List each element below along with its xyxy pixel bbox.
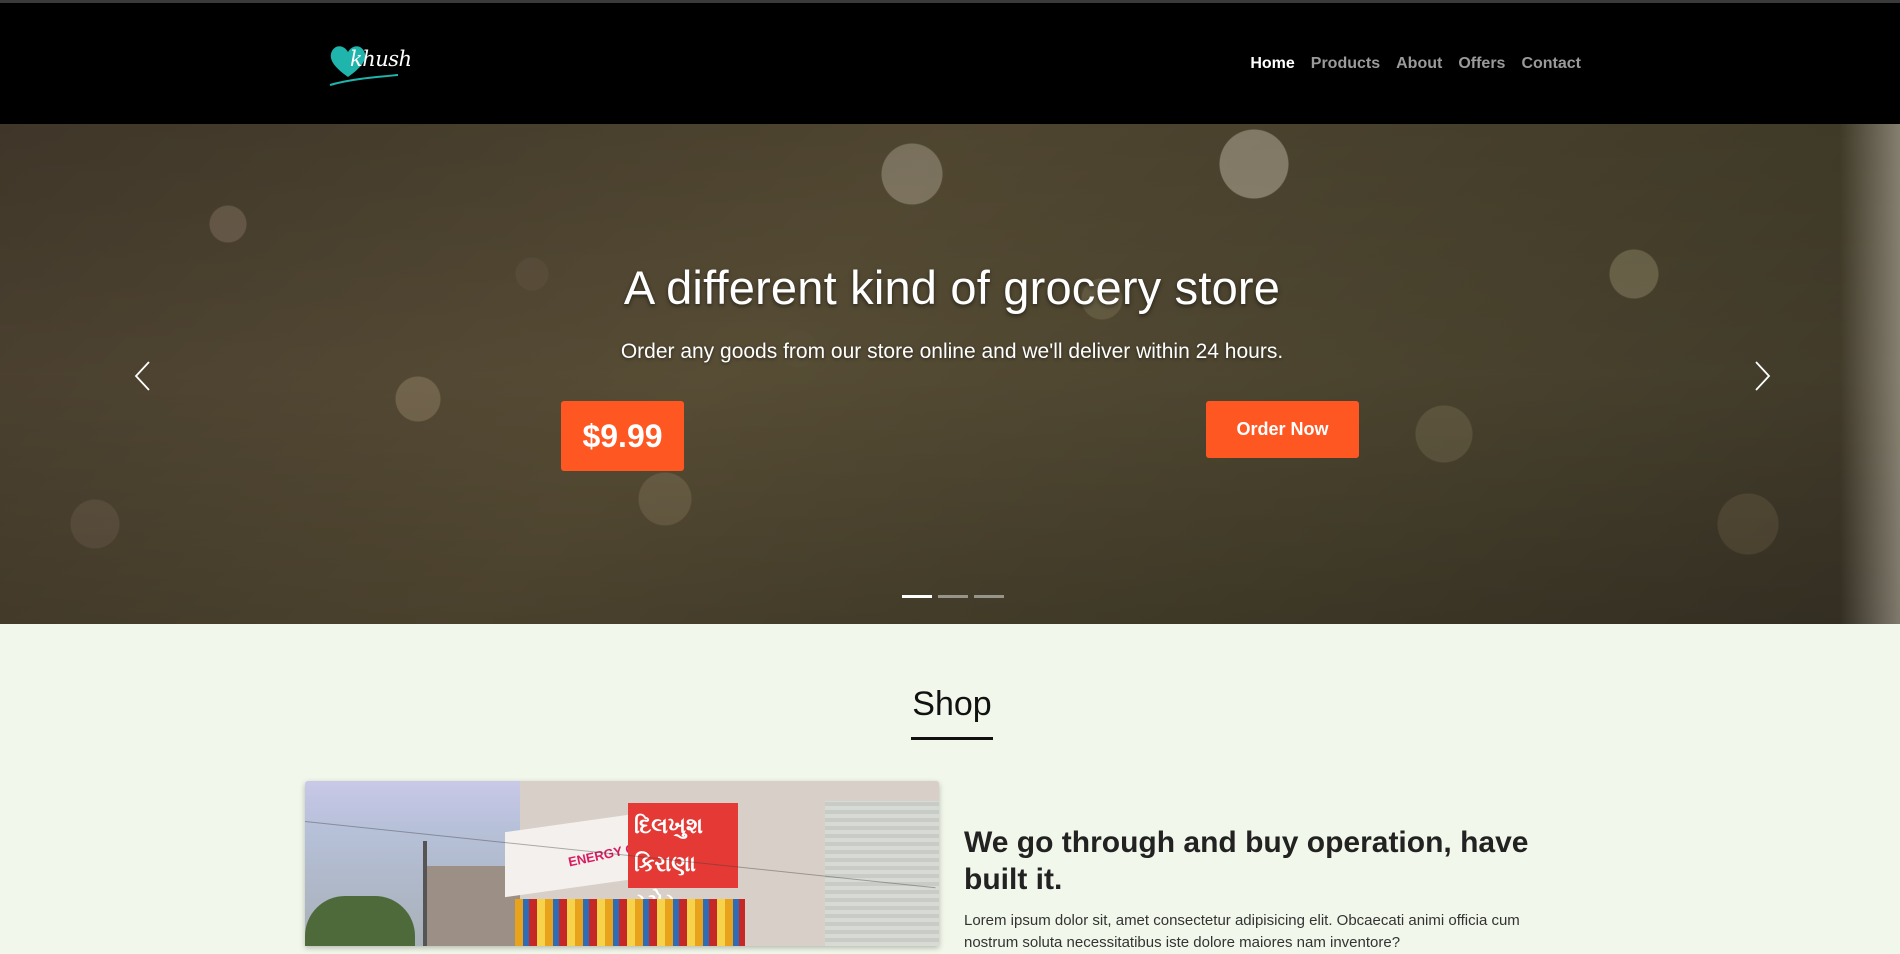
nav-item-products: Products xyxy=(1311,55,1380,73)
nav-link-home[interactable]: Home xyxy=(1250,55,1294,72)
shop-title-underline xyxy=(911,737,993,740)
carousel-prev-button[interactable] xyxy=(128,356,158,396)
chevron-right-icon xyxy=(1755,361,1771,391)
photo-shelves xyxy=(515,899,745,946)
carousel-indicator-2[interactable] xyxy=(938,595,968,598)
hero-subtitle: Order any goods from our store online an… xyxy=(620,340,1284,363)
price-badge: $9.99 xyxy=(561,401,684,471)
photo-pole xyxy=(423,841,427,946)
nav-link-offers[interactable]: Offers xyxy=(1458,55,1505,72)
store-photo: ENERGY ON THE GO દિલખુશ કિરાણા સ્ટોર xyxy=(305,781,939,946)
carousel-next-button[interactable] xyxy=(1747,356,1777,396)
navbar: khush Home Products About Offers Contact xyxy=(0,3,1900,124)
chevron-left-icon xyxy=(134,361,150,391)
nav-link-about[interactable]: About xyxy=(1396,55,1442,72)
brand-name: khush xyxy=(350,47,412,71)
photo-shutter xyxy=(825,801,939,946)
hero-title: A different kind of grocery store xyxy=(623,261,1281,314)
shop-description: Lorem ipsum dolor sit, amet consectetur … xyxy=(964,912,1520,951)
nav-item-home: Home xyxy=(1250,55,1294,73)
nav-item-contact: Contact xyxy=(1521,55,1581,73)
hero-carousel: A different kind of grocery store Order … xyxy=(0,124,1900,624)
nav-item-offers: Offers xyxy=(1458,55,1505,73)
carousel-indicator-1[interactable] xyxy=(902,595,932,598)
nav-link-contact[interactable]: Contact xyxy=(1521,55,1581,72)
shop-section-title: Shop xyxy=(912,685,992,723)
nav-link-products[interactable]: Products xyxy=(1311,55,1380,72)
hero-caption: A different kind of grocery store Order … xyxy=(0,124,1900,624)
order-now-button[interactable]: Order Now xyxy=(1206,401,1359,458)
brand-logo[interactable]: khush xyxy=(326,39,412,93)
main-nav: Home Products About Offers Contact xyxy=(1250,55,1581,73)
photo-tree xyxy=(305,896,415,946)
nav-item-about: About xyxy=(1396,55,1442,73)
shop-heading: We go through and buy operation, have bu… xyxy=(964,826,1529,896)
carousel-indicators xyxy=(902,595,1004,598)
carousel-indicator-3[interactable] xyxy=(974,595,1004,598)
photo-shop-sign: દિલખુશ કિરાણા સ્ટોર xyxy=(628,803,738,914)
